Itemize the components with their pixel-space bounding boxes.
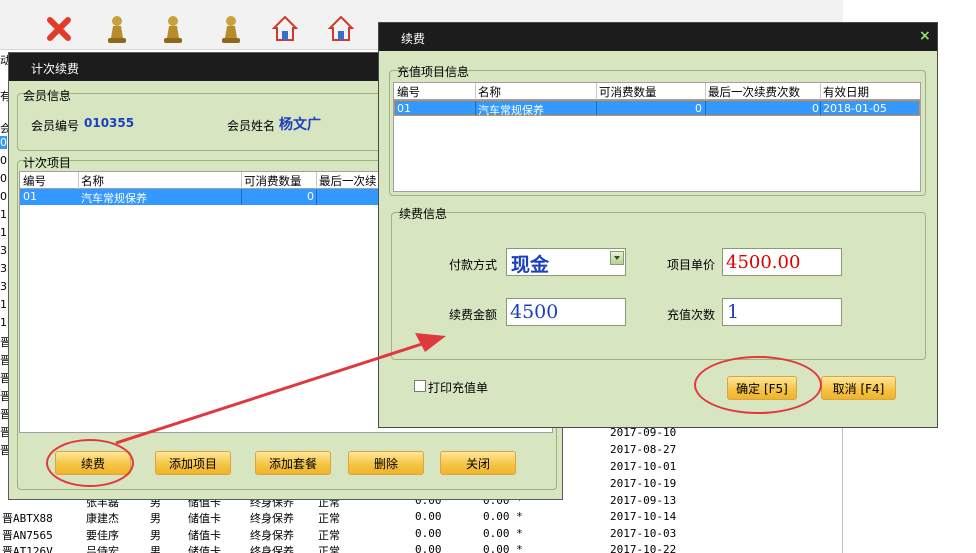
close-icon[interactable]: ×	[919, 28, 931, 44]
bg-text: 1	[0, 316, 7, 329]
column-header[interactable]: 名称	[81, 173, 104, 189]
table-row[interactable]: 晋ABTX88 康建杰 男 储值卡 终身保养 正常 0.00 0.00 * 20…	[0, 510, 843, 527]
annotation-circle	[694, 356, 822, 414]
pawn-icon-2[interactable]	[160, 14, 186, 44]
member-name-label: 会员姓名	[227, 119, 276, 133]
add-item-button[interactable]: 添加项目	[155, 451, 231, 475]
column-header[interactable]: 最后一次续	[319, 173, 377, 189]
column-header[interactable]: 可消费数量	[244, 173, 302, 189]
bg-text: 1	[0, 208, 7, 221]
delete-x-icon[interactable]	[46, 14, 72, 44]
member-info-label: 会员信息	[23, 89, 72, 103]
close-button[interactable]: 关闭	[440, 451, 516, 475]
pay-method-select[interactable]: 现金	[506, 248, 626, 276]
pawn-icon-3[interactable]	[218, 14, 244, 44]
grid-header: 编号 名称 可消费数量 最后一次续费次数 有效日期	[394, 83, 920, 100]
bg-date: 2017-08-27	[610, 443, 677, 456]
dialog-title-bar[interactable]: 续费 ×	[379, 23, 937, 51]
column-header[interactable]: 最后一次续费次数	[708, 84, 800, 100]
bg-date: 2017-10-01	[610, 460, 677, 473]
column-header[interactable]: 编号	[23, 173, 46, 189]
bg-text: 0	[0, 172, 7, 185]
bg-text: 0	[0, 190, 7, 203]
column-header[interactable]: 可消费数量	[599, 84, 657, 100]
bg-text: 3	[0, 262, 7, 275]
bg-text: 1	[0, 226, 7, 239]
column-header[interactable]: 有效日期	[823, 84, 869, 100]
member-name-value: 杨文广	[279, 117, 321, 133]
column-header[interactable]: 编号	[397, 84, 420, 100]
print-receipt-label: 打印充值单	[428, 381, 489, 395]
bg-text: 0	[0, 154, 7, 167]
charge-items-grid[interactable]: 编号 名称 可消费数量 最后一次续费次数 有效日期 01 汽车常规保养 0 0 …	[393, 82, 921, 192]
cancel-button[interactable]: 取消 [F4]	[821, 376, 896, 400]
dialog-title: 续费	[401, 32, 426, 46]
print-receipt-checkbox[interactable]	[414, 380, 426, 392]
bg-text: 3	[0, 280, 7, 293]
count-field[interactable]: 1	[722, 298, 842, 326]
amount-label: 续费金额	[449, 308, 498, 322]
times-items-label: 计次项目	[23, 156, 72, 170]
bg-text: 0	[0, 136, 7, 149]
table-row[interactable]: 01 汽车常规保养 0 0 2018-01-05	[394, 100, 920, 117]
add-package-button[interactable]: 添加套餐	[255, 451, 331, 475]
unit-price-field[interactable]: 4500.00	[722, 248, 842, 276]
renew-info-group	[391, 212, 926, 360]
member-no-label: 会员编号	[31, 119, 80, 133]
bg-date: 2017-10-19	[610, 477, 677, 490]
bg-text: 1	[0, 298, 7, 311]
table-row[interactable]: 晋AT126V 吕侍宏 男 储值卡 终身保养 正常 0.00 0.00 * 20…	[0, 543, 843, 553]
pay-method-label: 付款方式	[449, 258, 498, 272]
dialog-title: 计次续费	[31, 62, 80, 76]
pawn-icon[interactable]	[104, 14, 130, 44]
renew-dialog: 续费 × 充值项目信息 编号 名称 可消费数量 最后一次续费次数 有效日期 01…	[378, 22, 938, 428]
chevron-down-icon[interactable]	[610, 251, 624, 265]
column-header[interactable]: 名称	[478, 84, 501, 100]
renew-info-label: 续费信息	[399, 207, 448, 221]
bg-text: 3	[0, 244, 7, 257]
unit-price-label: 项目单价	[667, 258, 716, 272]
home-icon-2[interactable]	[328, 14, 354, 44]
delete-button[interactable]: 删除	[348, 451, 424, 475]
annotation-circle	[46, 439, 134, 487]
table-row[interactable]: 晋AN7565 要佳序 男 储值卡 终身保养 正常 0.00 0.00 * 20…	[0, 527, 843, 544]
member-no-value: 010355	[84, 116, 135, 130]
charge-items-label: 充值项目信息	[397, 65, 470, 79]
home-icon[interactable]	[272, 14, 298, 44]
amount-field[interactable]: 4500	[506, 298, 626, 326]
count-label: 充值次数	[667, 308, 716, 322]
